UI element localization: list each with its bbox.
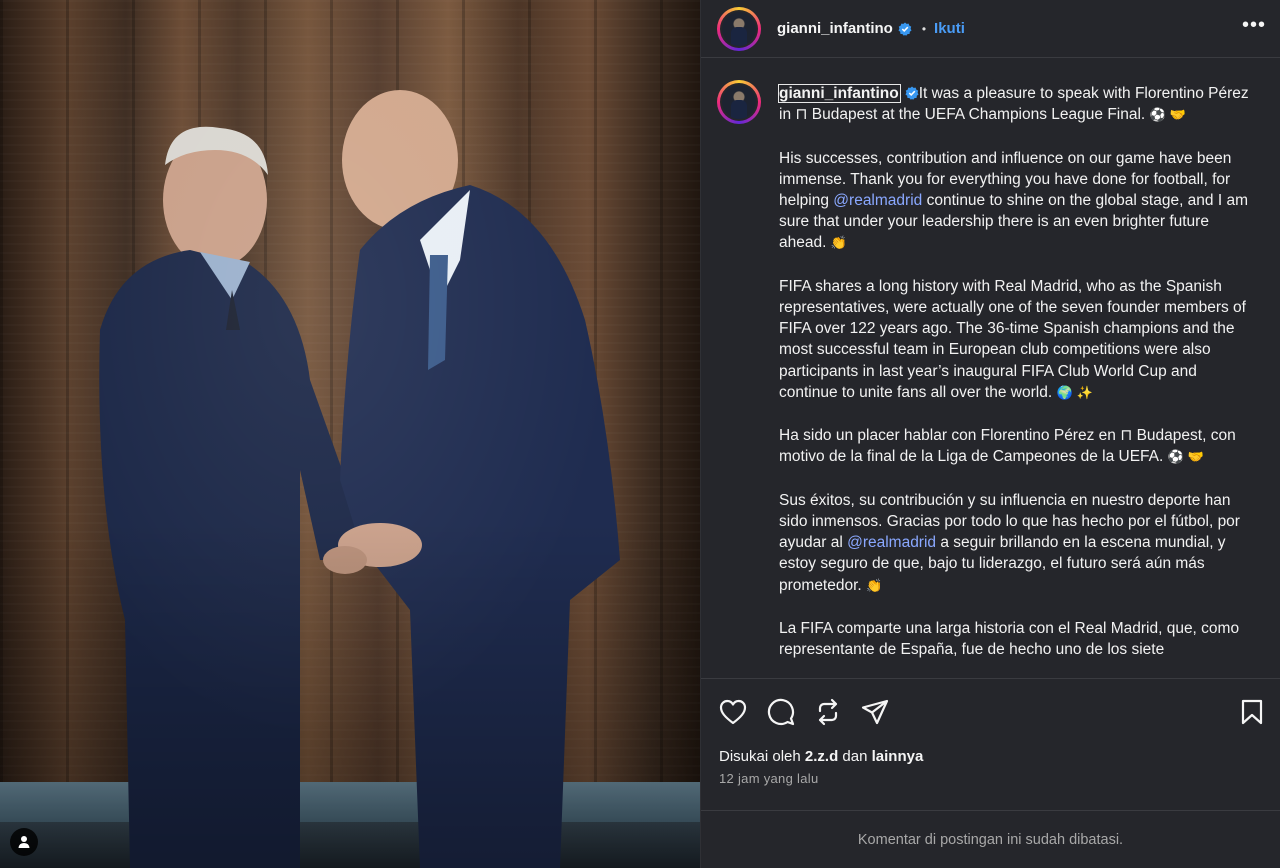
repost-icon bbox=[818, 698, 838, 725]
header-username[interactable]: gianni_infantino bbox=[777, 20, 893, 37]
caption-paragraph-4: Ha sido un placer hablar con Florentino … bbox=[779, 425, 1259, 468]
caption-paragraph-3: FIFA shares a long history with Real Mad… bbox=[779, 276, 1259, 404]
mention-link-realmadrid[interactable]: @realmadrid bbox=[847, 534, 936, 551]
user-tag-icon bbox=[18, 836, 30, 848]
liked-by-others-link[interactable]: lainnya bbox=[872, 748, 924, 765]
caption-p5-emoji: 👏 bbox=[866, 578, 883, 594]
caption-p1-emoji: ⚽ 🤝 bbox=[1149, 108, 1187, 124]
comment-button[interactable] bbox=[767, 698, 795, 726]
post-viewer: gianni_infantino • Ikuti ••• gianni_infa… bbox=[0, 0, 1280, 868]
caption-paragraph-6: La FIFA comparte una larga historia con … bbox=[779, 618, 1259, 660]
avatar[interactable] bbox=[717, 6, 761, 51]
post-photo[interactable] bbox=[0, 0, 700, 868]
post-header: gianni_infantino • Ikuti ••• bbox=[701, 0, 1280, 58]
caption-username[interactable]: gianni_infantino bbox=[778, 84, 901, 103]
caption-p2-emoji: 👏 bbox=[830, 236, 847, 252]
likes-middle: dan bbox=[838, 748, 872, 765]
photo-lighting bbox=[0, 0, 700, 868]
bookmark-icon bbox=[1241, 699, 1263, 724]
comments-restricted-notice: Komentar di postingan ini sudah dibatasi… bbox=[701, 810, 1280, 868]
heart-icon bbox=[719, 699, 747, 724]
post-footer: Disukai oleh 2.z.d dan lainnya 12 jam ya… bbox=[701, 678, 1280, 868]
likes-prefix: Disukai oleh bbox=[719, 748, 805, 765]
caption-p3-emoji: 🌍 ✨ bbox=[1056, 385, 1093, 401]
repost-button[interactable] bbox=[815, 698, 841, 726]
mention-link-realmadrid[interactable]: @realmadrid bbox=[833, 192, 922, 209]
comment-icon bbox=[767, 698, 795, 725]
share-icon bbox=[861, 699, 889, 724]
caption-paragraph-2: His successes, contribution and influenc… bbox=[779, 148, 1259, 255]
verified-icon bbox=[905, 86, 919, 100]
more-options-icon[interactable]: ••• bbox=[1242, 15, 1266, 38]
like-button[interactable] bbox=[719, 699, 747, 725]
caption-p4-emoji: ⚽ 🤝 bbox=[1167, 450, 1205, 466]
save-button[interactable] bbox=[1240, 699, 1264, 725]
liked-by-user-link[interactable]: 2.z.d bbox=[805, 748, 838, 765]
verified-icon bbox=[898, 22, 912, 36]
user-tag-button[interactable] bbox=[10, 828, 38, 856]
caption-avatar[interactable] bbox=[717, 80, 761, 124]
caption-paragraph-5: Sus éxitos, su contribución y su influen… bbox=[779, 490, 1259, 597]
share-button[interactable] bbox=[861, 699, 889, 725]
caption-p6-text: La FIFA comparte una larga historia con … bbox=[779, 620, 1240, 659]
header-separator: • bbox=[921, 21, 927, 36]
caption-text: gianni_infantino It was a pleasure to spe… bbox=[778, 83, 1259, 678]
caption-area[interactable]: gianni_infantino It was a pleasure to spe… bbox=[701, 58, 1280, 678]
action-bar bbox=[701, 678, 1280, 744]
caption-p3-text: FIFA shares a long history with Real Mad… bbox=[779, 277, 1246, 401]
post-timestamp[interactable]: 12 jam yang lalu bbox=[701, 765, 1280, 786]
likes-summary: Disukai oleh 2.z.d dan lainnya bbox=[701, 748, 1280, 765]
follow-button[interactable]: Ikuti bbox=[934, 20, 965, 37]
caption-paragraph-1: gianni_infantino It was a pleasure to spe… bbox=[778, 83, 1259, 126]
post-details-panel: gianni_infantino • Ikuti ••• gianni_infa… bbox=[700, 0, 1280, 868]
